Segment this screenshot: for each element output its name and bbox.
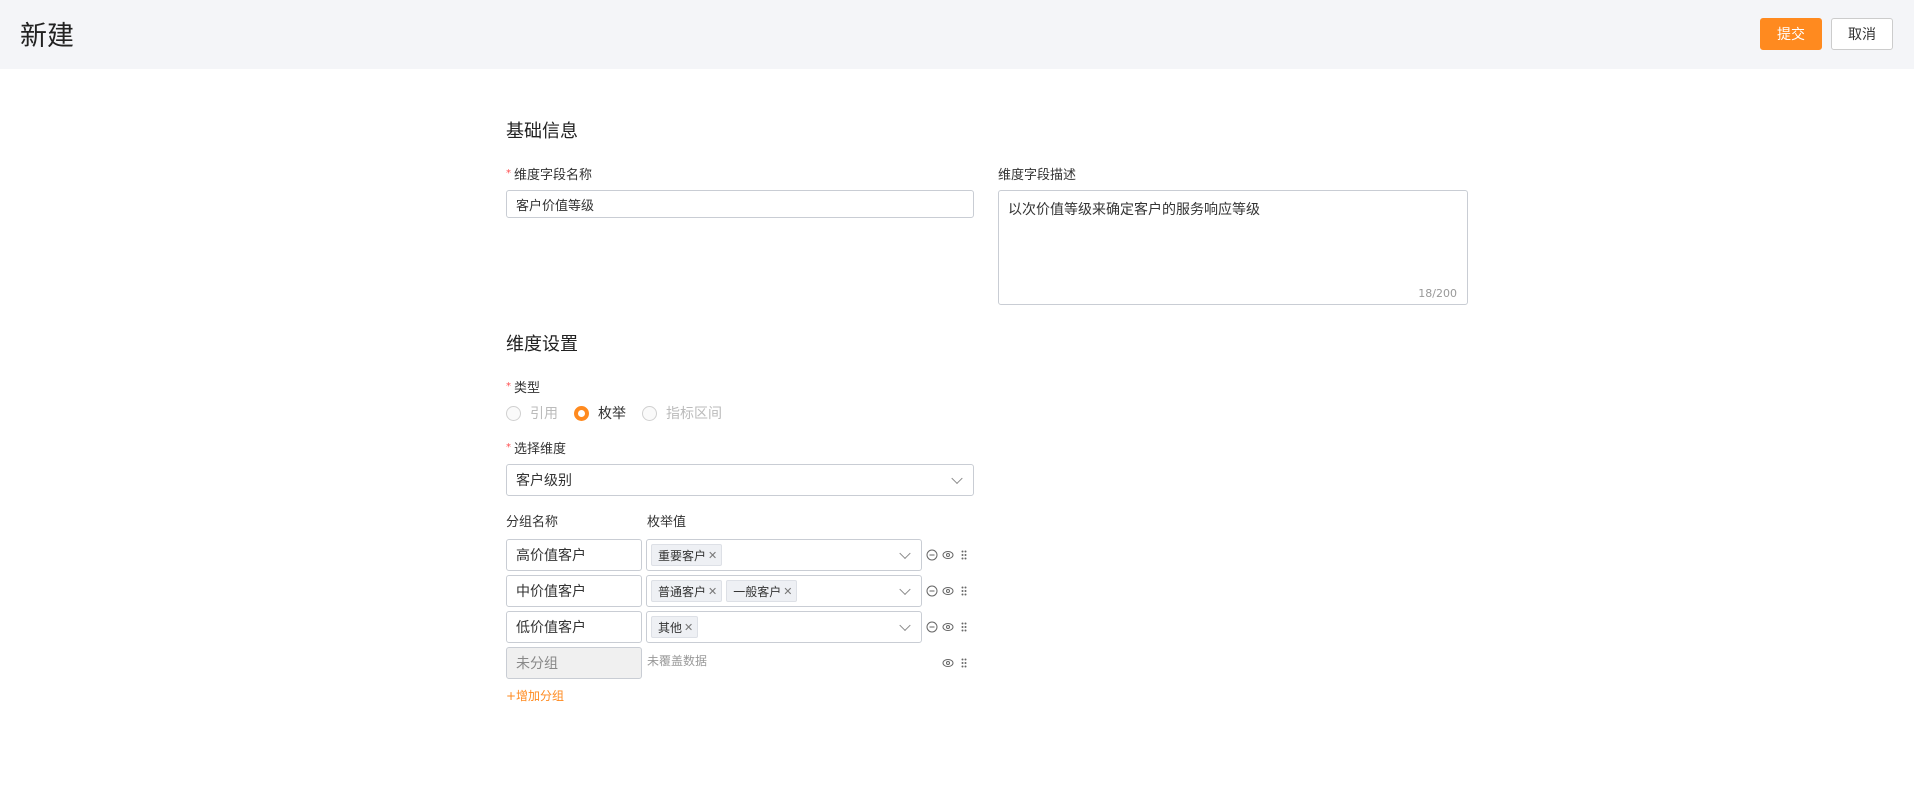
ungrouped-name-input: 未分组 bbox=[506, 647, 642, 679]
row-actions bbox=[926, 585, 974, 597]
section-title-settings: 维度设置 bbox=[506, 334, 578, 355]
enum-value-select[interactable]: 重要客户 ✕ bbox=[646, 539, 922, 571]
dimension-label: * 选择维度 bbox=[506, 442, 567, 457]
eye-icon[interactable] bbox=[942, 621, 954, 633]
name-label: * 维度字段名称 bbox=[506, 168, 593, 183]
drag-handle-icon[interactable] bbox=[958, 585, 970, 597]
desc-textarea[interactable]: 以次价值等级来确定客户的服务响应等级 18/200 bbox=[998, 190, 1468, 305]
page-header: 新建 提交 取消 bbox=[0, 0, 1914, 69]
chevron-down-icon bbox=[951, 472, 963, 485]
radio-circle bbox=[506, 405, 521, 421]
close-icon[interactable]: ✕ bbox=[708, 585, 717, 598]
group-name-input[interactable]: 中价值客户 bbox=[506, 575, 642, 607]
enum-tag: 普通客户 ✕ bbox=[651, 580, 723, 602]
minus-circle-icon[interactable] bbox=[926, 549, 938, 561]
required-mark: * bbox=[506, 442, 511, 453]
radio-enum[interactable]: 枚举 bbox=[574, 403, 626, 423]
group-name-input[interactable]: 低价值客户 bbox=[506, 611, 642, 643]
chevron-down-icon bbox=[899, 547, 911, 560]
drag-handle-icon[interactable] bbox=[958, 621, 970, 633]
eye-icon[interactable] bbox=[942, 549, 954, 561]
drag-handle-icon[interactable] bbox=[958, 657, 970, 669]
row-actions bbox=[942, 657, 974, 669]
close-icon[interactable]: ✕ bbox=[708, 549, 717, 562]
chevron-down-icon bbox=[899, 583, 911, 596]
radio-reference[interactable]: 引用 bbox=[506, 403, 558, 423]
enum-tag: 其他 ✕ bbox=[651, 616, 699, 638]
enum-value-select[interactable]: 普通客户 ✕ 一般客户 ✕ bbox=[646, 575, 922, 607]
desc-label: 维度字段描述 bbox=[998, 168, 1077, 183]
close-icon[interactable]: ✕ bbox=[783, 585, 792, 598]
uncovered-data-note: 未覆盖数据 bbox=[647, 654, 708, 668]
section-title-basic: 基础信息 bbox=[506, 121, 578, 142]
group-name-input[interactable]: 高价值客户 bbox=[506, 539, 642, 571]
required-mark: * bbox=[506, 381, 511, 392]
radio-circle bbox=[642, 405, 657, 421]
cancel-button[interactable]: 取消 bbox=[1831, 18, 1893, 50]
close-icon[interactable]: ✕ bbox=[684, 621, 693, 634]
char-counter: 18/200 bbox=[1418, 287, 1457, 300]
name-input[interactable]: 客户价值等级 bbox=[506, 190, 974, 218]
submit-button[interactable]: 提交 bbox=[1760, 18, 1822, 50]
row-actions bbox=[926, 549, 974, 561]
drag-handle-icon[interactable] bbox=[958, 549, 970, 561]
enum-tag: 重要客户 ✕ bbox=[651, 544, 723, 566]
group-name-header: 分组名称 bbox=[506, 515, 559, 530]
dimension-select[interactable]: 客户级别 bbox=[506, 464, 974, 496]
type-radio-group: 引用 枚举 指标区间 bbox=[506, 403, 738, 423]
desc-text: 以次价值等级来确定客户的服务响应等级 bbox=[1008, 202, 1260, 218]
page-title: 新建 bbox=[20, 21, 74, 52]
enum-value-select[interactable]: 其他 ✕ bbox=[646, 611, 922, 643]
row-actions bbox=[926, 621, 974, 633]
chevron-down-icon bbox=[899, 619, 911, 632]
radio-metric-range[interactable]: 指标区间 bbox=[642, 403, 722, 423]
type-label: * 类型 bbox=[506, 381, 541, 396]
minus-circle-icon[interactable] bbox=[926, 621, 938, 633]
add-group-link[interactable]: +增加分组 bbox=[506, 687, 564, 704]
enum-value-header: 枚举值 bbox=[647, 515, 687, 530]
enum-tag: 一般客户 ✕ bbox=[726, 580, 798, 602]
eye-icon[interactable] bbox=[942, 657, 954, 669]
dimension-select-value: 客户级别 bbox=[516, 473, 572, 489]
radio-circle bbox=[574, 405, 589, 421]
eye-icon[interactable] bbox=[942, 585, 954, 597]
required-mark: * bbox=[506, 168, 511, 179]
minus-circle-icon[interactable] bbox=[926, 585, 938, 597]
